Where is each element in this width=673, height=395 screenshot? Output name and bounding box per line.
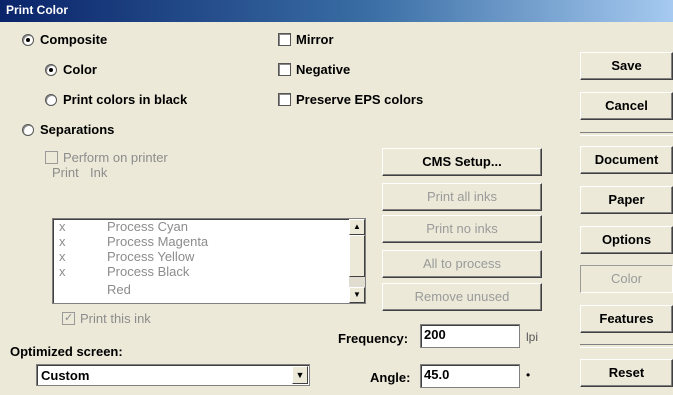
document-button[interactable]: Document [580,146,673,174]
color-button[interactable]: Color [580,265,673,293]
angle-label: Angle: [370,370,411,385]
mirror-checkbox[interactable] [278,33,291,46]
ink-row[interactable]: x Process Cyan [53,219,349,234]
print-color-dialog: Print Color Composite Color Print colors… [0,0,673,395]
ink-name: Process Magenta [107,234,209,249]
ink-list-scrollbar[interactable]: ▲ ▼ [349,219,365,303]
ink-name: Process Cyan [107,219,188,234]
composite-radio[interactable] [22,34,34,46]
cancel-button[interactable]: Cancel [580,92,673,120]
ink-row[interactable]: x Process Black [53,264,349,279]
ink-row[interactable]: Red [53,282,349,297]
angle-input[interactable]: 45.0 [420,364,520,388]
print-all-inks-button[interactable]: Print all inks [382,183,542,211]
print-no-inks-button[interactable]: Print no inks [382,215,542,243]
negative-label: Negative [296,62,351,77]
optimized-screen-value: Custom [41,368,90,383]
ink-row[interactable]: x Process Yellow [53,249,349,264]
print-this-ink-label: Print this ink [80,311,151,326]
scroll-up-arrow-icon[interactable]: ▲ [349,219,365,235]
preserve-eps-checkbox[interactable] [278,93,291,106]
optimized-screen-select[interactable]: Custom ▼ [36,364,310,386]
separator [580,344,673,348]
ink-print-mark: x [59,234,66,249]
print-this-ink-checkbox[interactable] [62,311,75,325]
ink-col-ink-header: Ink [90,165,108,180]
ink-print-mark: x [59,249,66,264]
ink-name: Red [107,282,131,297]
print-black-label: Print colors in black [63,92,188,107]
print-black-radio[interactable] [45,94,57,106]
separations-label: Separations [40,122,115,137]
title-bar: Print Color [0,0,673,22]
reset-button[interactable]: Reset [580,359,673,387]
dropdown-arrow-icon[interactable]: ▼ [292,366,308,384]
ink-name: Process Yellow [107,249,195,264]
ink-list[interactable]: x Process Cyan x Process Magenta x Proce… [52,218,366,304]
paper-button[interactable]: Paper [580,186,673,214]
options-button[interactable]: Options [580,226,673,254]
negative-checkbox[interactable] [278,63,291,76]
window-title: Print Color [6,3,68,17]
mirror-label: Mirror [296,32,334,47]
preserve-eps-label: Preserve EPS colors [296,92,424,107]
frequency-label: Frequency: [338,331,409,346]
composite-label: Composite [40,32,108,47]
ink-row[interactable]: x Process Magenta [53,234,349,249]
separations-radio[interactable] [22,124,34,136]
all-to-process-button[interactable]: All to process [382,250,542,278]
optimized-screen-label: Optimized screen: [10,344,123,359]
separator [580,132,673,136]
cms-setup-button[interactable]: CMS Setup... [382,148,542,176]
perform-on-printer-checkbox[interactable] [45,151,58,164]
ink-print-mark: x [59,264,66,279]
ink-print-mark: x [59,219,66,234]
scroll-thumb[interactable] [349,235,365,277]
color-radio[interactable] [45,64,57,76]
angle-unit: • [526,368,531,382]
frequency-input[interactable]: 200 [420,324,520,348]
remove-unused-button[interactable]: Remove unused [382,283,542,311]
scroll-down-arrow-icon[interactable]: ▼ [349,287,365,303]
frequency-unit: lpi [526,330,539,344]
ink-name: Process Black [107,264,190,279]
color-label: Color [63,62,97,77]
features-button[interactable]: Features [580,305,673,333]
ink-col-print-header: Print [52,165,79,180]
perform-on-printer-label: Perform on printer [63,150,168,165]
save-button[interactable]: Save [580,52,673,80]
